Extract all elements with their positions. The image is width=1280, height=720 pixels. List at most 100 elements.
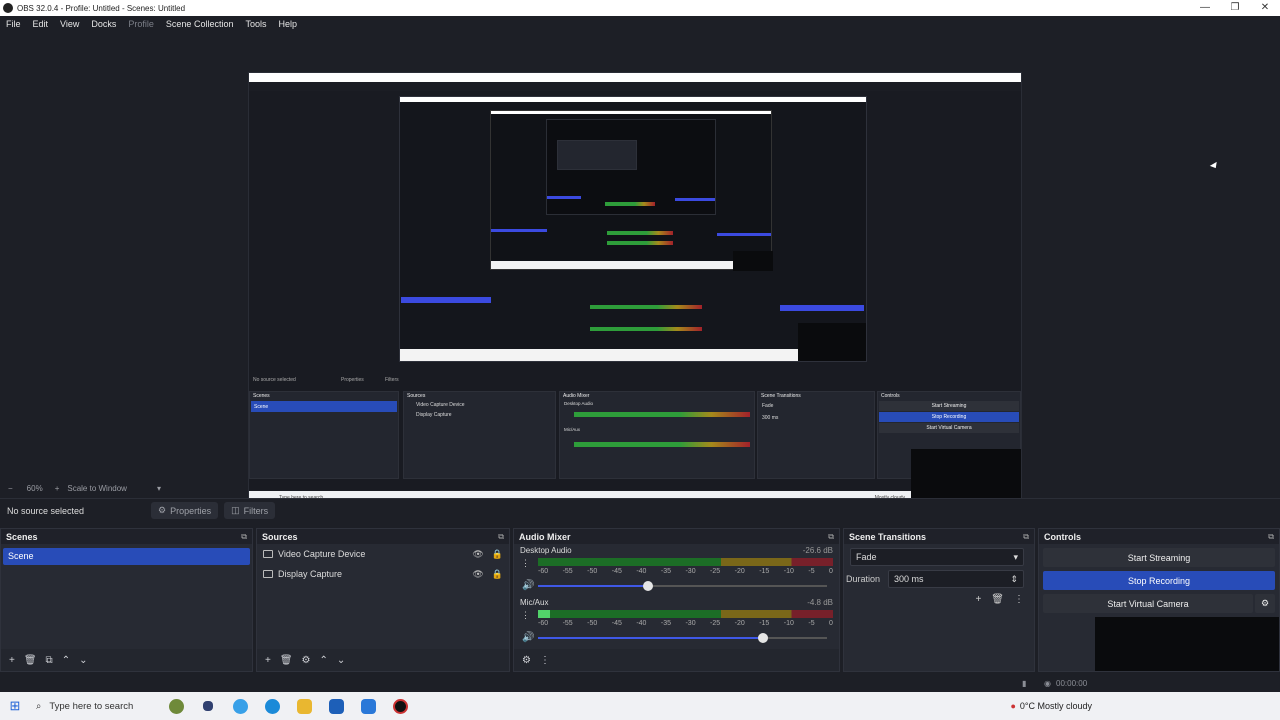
dock-popout-icon[interactable]: ⧉ — [241, 532, 247, 542]
scene-filters-button[interactable]: ⧉ — [46, 655, 53, 666]
store-icon[interactable] — [320, 692, 352, 720]
minimize-button[interactable]: — — [1190, 0, 1220, 16]
scenes-dock: Scenes ⧉ Scene + 🗑 ⧉ ⌃ ⌄ — [0, 528, 253, 672]
taskbar-search[interactable]: ⌕ Type here to search — [30, 692, 160, 720]
meter-tick-label: -10 — [783, 620, 794, 627]
meter-tick-label: -55 — [562, 620, 573, 627]
move-source-up-button[interactable]: ⌃ — [320, 655, 328, 666]
move-scene-down-button[interactable]: ⌄ — [79, 655, 87, 666]
menu-scene-collection[interactable]: Scene Collection — [160, 19, 240, 29]
duration-label: Duration — [846, 574, 881, 584]
dock-popout-icon[interactable]: ⧉ — [498, 532, 504, 542]
windows-start-icon[interactable]: ⊞ — [0, 698, 30, 714]
meter-tick-label: -25 — [710, 568, 721, 575]
menu-profile[interactable]: Profile — [122, 19, 160, 29]
remove-source-button[interactable]: 🗑 — [280, 655, 293, 666]
virtual-camera-settings-icon[interactable]: ⚙ — [1255, 594, 1275, 613]
mail-icon[interactable] — [352, 692, 384, 720]
close-button[interactable]: ✕ — [1250, 0, 1280, 16]
meter-tick-label: -10 — [783, 568, 794, 575]
source-row[interactable]: Video Capture Device 👁 🔒 — [257, 544, 509, 564]
add-scene-button[interactable]: + — [9, 655, 15, 666]
controls-header: Controls ⧉ — [1039, 529, 1279, 544]
weather-text: 0°C Mostly cloudy — [1019, 701, 1092, 711]
speaker-icon[interactable]: 🔊 — [522, 632, 538, 643]
add-transition-button[interactable]: + — [975, 594, 981, 605]
source-properties-button[interactable]: ⚙ — [302, 655, 311, 666]
meter-tick-label: 0 — [829, 568, 833, 575]
lock-icon[interactable]: 🔒 — [492, 569, 503, 580]
transition-value: Fade — [856, 552, 877, 562]
add-source-button[interactable]: + — [265, 655, 271, 666]
mixer-settings-button[interactable]: ⚙ — [522, 655, 531, 666]
nested-preview-3 — [490, 110, 773, 271]
edge-icon[interactable] — [256, 692, 288, 720]
nested-properties: Properties — [341, 377, 364, 383]
widgets-icon[interactable] — [160, 692, 192, 720]
start-streaming-button[interactable]: Start Streaming — [1043, 548, 1275, 567]
remove-scene-button[interactable]: 🗑 — [24, 655, 37, 666]
visibility-eye-icon[interactable]: 👁 — [472, 549, 483, 560]
no-source-label: No source selected — [7, 505, 85, 516]
move-scene-up-button[interactable]: ⌃ — [62, 655, 70, 666]
meter-tick-label: -35 — [660, 620, 672, 627]
weather-widget[interactable]: ● 0°C Mostly cloudy — [1010, 701, 1092, 711]
file-explorer-icon[interactable] — [288, 692, 320, 720]
channel-db: -4.8 dB — [807, 598, 833, 607]
menu-docks[interactable]: Docks — [85, 19, 122, 29]
volume-knob[interactable] — [642, 580, 653, 591]
menu-tools[interactable]: Tools — [239, 19, 272, 29]
visibility-eye-icon[interactable]: 👁 — [472, 569, 483, 580]
scale-dropdown-icon[interactable]: ▾ — [157, 484, 161, 493]
start-virtual-camera-button[interactable]: Start Virtual Camera — [1043, 594, 1253, 613]
speaker-icon[interactable]: 🔊 — [522, 580, 538, 591]
dock-popout-icon[interactable]: ⧉ — [828, 532, 834, 542]
menu-help[interactable]: Help — [272, 19, 303, 29]
volume-slider[interactable]: 🔊 — [522, 632, 827, 643]
scale-mode[interactable]: Scale to Window — [67, 484, 127, 493]
nested-sources-dock: Sources Video Capture Device Display Cap… — [403, 391, 556, 479]
volume-knob[interactable] — [758, 632, 769, 643]
dock-popout-icon[interactable]: ⧉ — [1023, 532, 1029, 542]
zoom-in-button[interactable]: + — [55, 484, 60, 493]
status-bar: ▮ ◉ 00:00:00 — [0, 676, 1280, 692]
meter-tick-label: -50 — [587, 568, 598, 575]
filters-label: Filters — [243, 505, 269, 516]
preview-canvas[interactable]: No source selected Properties Filters Sc… — [248, 72, 1022, 508]
channel-menu-icon[interactable]: ⋮ — [521, 610, 530, 621]
windows-taskbar: ⊞ ⌕ Type here to search ● 0°C Mostly clo… — [0, 692, 1280, 720]
dock-popout-icon[interactable]: ⧉ — [1268, 532, 1274, 542]
transition-select[interactable]: Fade ▾ — [850, 548, 1024, 566]
copilot-icon[interactable] — [224, 692, 256, 720]
scenes-footer: + 🗑 ⧉ ⌃ ⌄ — [1, 649, 252, 671]
controls-dock: Controls ⧉ Start Streaming Stop Recordin… — [1038, 528, 1280, 672]
duration-spinbox[interactable]: 300 ms ⇕ — [888, 570, 1024, 588]
maximize-button[interactable]: ❐ — [1220, 0, 1250, 16]
mixer-menu-button[interactable]: ⋮ — [540, 655, 550, 666]
menu-view[interactable]: View — [54, 19, 85, 29]
meter-tick-label: -60 — [538, 568, 549, 575]
lock-icon[interactable]: 🔒 — [492, 549, 503, 560]
move-source-down-button[interactable]: ⌄ — [337, 655, 345, 666]
menu-file[interactable]: File — [0, 19, 27, 29]
obs-taskbar-icon[interactable] — [384, 692, 416, 720]
stop-recording-button[interactable]: Stop Recording — [1043, 571, 1275, 590]
menu-edit[interactable]: Edit — [27, 19, 55, 29]
zoom-out-button[interactable]: − — [8, 484, 13, 493]
task-view-icon[interactable] — [192, 692, 224, 720]
scene-item[interactable]: Scene — [3, 548, 250, 565]
volume-slider[interactable]: 🔊 — [522, 580, 827, 591]
source-row[interactable]: Display Capture 👁 🔒 — [257, 564, 509, 584]
search-placeholder: Type here to search — [49, 700, 134, 712]
nested-menubar — [249, 82, 1021, 91]
meter-tick-label: -5 — [808, 620, 815, 627]
channel-menu-icon[interactable]: ⋮ — [521, 558, 530, 569]
filters-button[interactable]: ◫ Filters — [224, 502, 276, 519]
duration-value: 300 ms — [894, 574, 924, 584]
spin-arrows-icon[interactable]: ⇕ — [1010, 574, 1018, 585]
transition-menu-button[interactable]: ⋮ — [1014, 594, 1024, 605]
properties-button[interactable]: ⚙ Properties — [151, 502, 219, 519]
remove-transition-button[interactable]: 🗑 — [991, 594, 1004, 605]
volume-meter — [538, 558, 833, 566]
preview-area[interactable]: No source selected Properties Filters Sc… — [0, 32, 1280, 508]
